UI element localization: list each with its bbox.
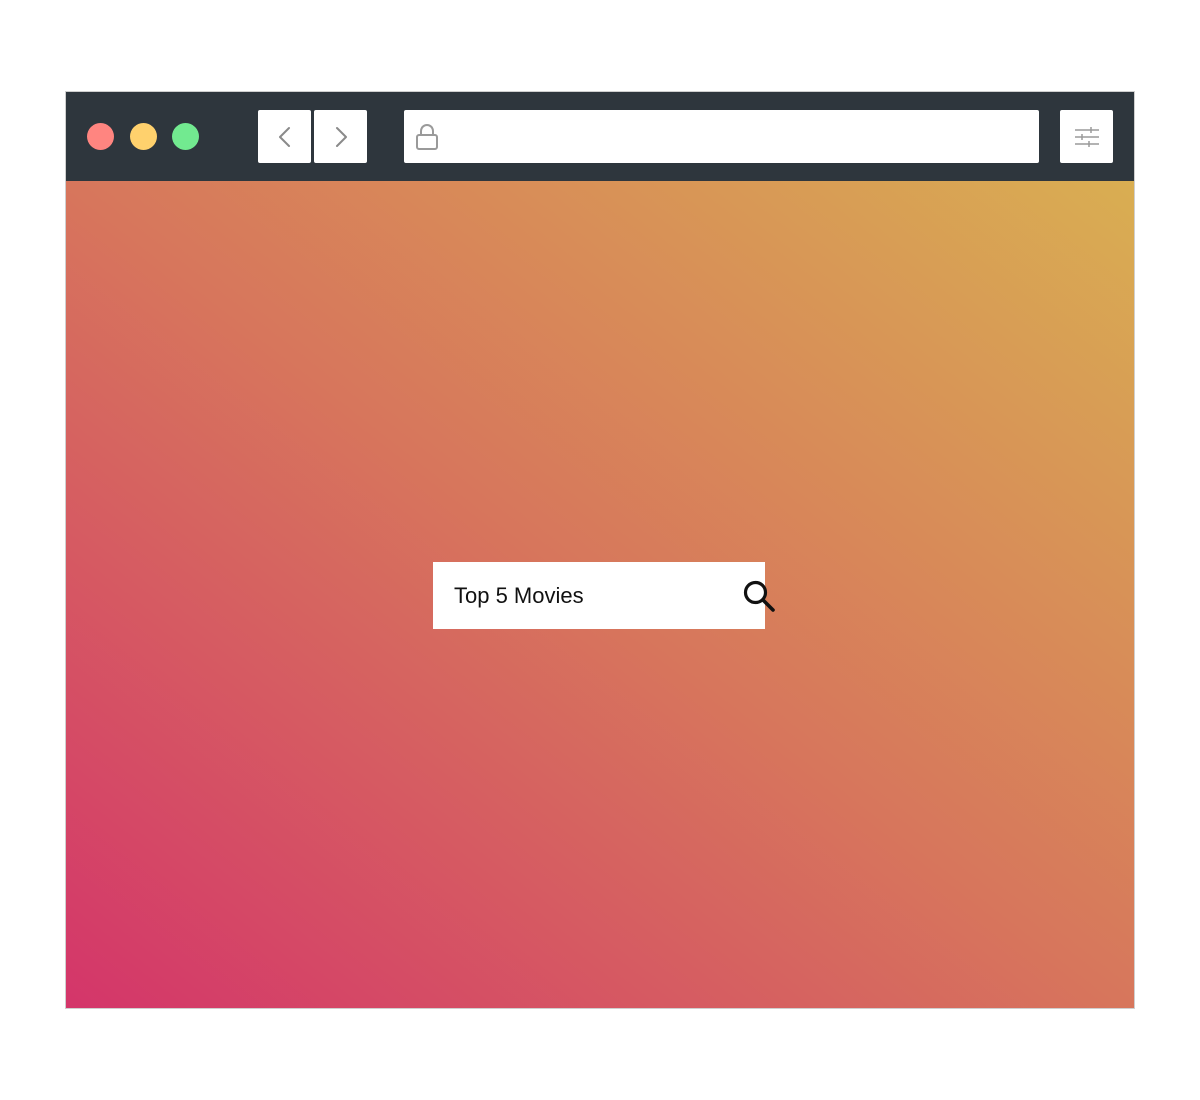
browser-toolbar [66,92,1134,181]
forward-button[interactable] [314,110,367,163]
minimize-window-button[interactable] [130,123,157,150]
search-box[interactable] [433,562,775,629]
search-icon [743,580,775,612]
lock-icon [415,123,439,151]
close-window-button[interactable] [87,123,114,150]
page-content [66,181,1134,1008]
address-input[interactable] [439,110,1039,163]
back-button[interactable] [258,110,311,163]
search-button[interactable] [742,562,776,629]
settings-button[interactable] [1060,110,1113,163]
chevron-left-icon [278,126,290,147]
maximize-window-button[interactable] [172,123,199,150]
chevron-right-icon [335,126,347,147]
browser-window [65,91,1135,1009]
address-bar[interactable] [404,110,1039,163]
sliders-icon [1074,126,1099,147]
search-input[interactable] [433,562,742,629]
